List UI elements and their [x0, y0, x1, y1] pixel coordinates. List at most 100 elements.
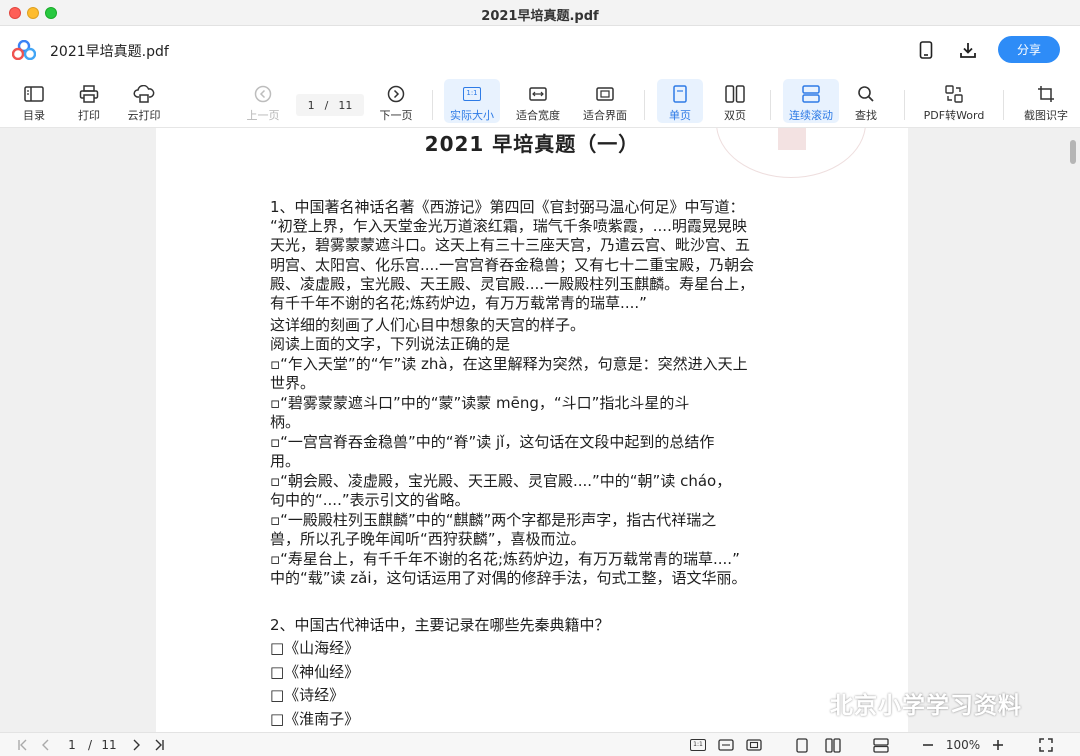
pdf-to-word-button[interactable]: PDF转Word [920, 79, 988, 123]
fit-page-icon [594, 83, 616, 104]
document-line: 句中的“....”表示引文的省略。 [270, 491, 470, 509]
continuous-scroll-icon [800, 83, 822, 104]
document-heading: 2021 早培真题（一） [424, 132, 640, 156]
pdf-to-word-label: PDF转Word [923, 109, 985, 122]
fit-page-label: 适合界面 [583, 109, 627, 122]
document-line: □《诗经》 [270, 686, 345, 704]
actual-size-icon-text: 1:1 [463, 86, 481, 101]
mobile-phone-icon[interactable] [914, 38, 938, 62]
document-line: 1、中国著名神话名著《西游记》第四回《官封弼马温心何足》中写道： [270, 198, 745, 216]
document-line: 这详细的刻画了人们心目中想象的天宫的样子。 [270, 316, 586, 334]
toolbar-divider [1003, 90, 1004, 120]
document-viewer[interactable]: 2021 早培真题（一） 1、中国著名神话名著《西游记》第四回《官封弼马温心何足… [0, 128, 1080, 732]
document-line: □《淮南子》 [270, 710, 360, 728]
single-page-button[interactable]: 单页 [657, 79, 703, 123]
document-line: □《神仙经》 [270, 663, 360, 681]
status-current-page[interactable]: 1 [62, 737, 82, 753]
page-number-input[interactable]: 1 / 11 [296, 94, 364, 116]
status-page-separator: / [87, 738, 93, 752]
wechat-icon [790, 687, 824, 719]
continuous-scroll-button[interactable]: 连续滚动 [783, 79, 839, 123]
document-line: 兽，所以孔子晚年闻听“西狩获麟”，喜极而泣。 [270, 530, 586, 548]
zoom-level[interactable]: 100% [942, 737, 984, 753]
toolbar-divider [432, 90, 433, 120]
document-line: ▫“乍入天堂”的“乍”读 zhà，在这里解释为突然，句意是：突然进入天上 [270, 355, 748, 373]
crop-icon [1035, 83, 1057, 104]
prev-page-button[interactable]: 上一页 [242, 79, 284, 123]
app-header: 2021早培真题.pdf 分享 [0, 26, 1080, 74]
chevron-left-circle-icon [252, 83, 274, 104]
document-line: 中的“载”读 zǎi，这句话运用了对偶的修辞手法，句式工整，语文华丽。 [270, 569, 747, 587]
find-button[interactable]: 查找 [847, 79, 885, 123]
double-page-icon[interactable] [822, 737, 844, 753]
print-button[interactable]: 打印 [69, 79, 109, 123]
pdf-page: 2021 早培真题（一） 1、中国著名神话名著《西游记》第四回《官封弼马温心何足… [156, 128, 908, 732]
document-line: ▫“一殿殿柱列玉麒麟”中的“麒麟”两个字都是形声字，指古代祥瑞之 [270, 511, 717, 529]
next-page-button[interactable]: 下一页 [375, 79, 417, 123]
first-page-icon[interactable] [14, 737, 32, 753]
last-page-icon[interactable] [150, 737, 168, 753]
document-line: ▫“寿星台上，有千千年不谢的名花;炼药炉边，有万万载常青的瑞草....” [270, 550, 740, 568]
fullscreen-icon[interactable] [1036, 737, 1056, 753]
vertical-scrollbar-thumb[interactable] [1070, 140, 1076, 164]
share-button[interactable]: 分享 [998, 36, 1060, 63]
convert-icon [943, 83, 965, 104]
single-page-label: 单页 [669, 109, 691, 122]
fit-page-icon[interactable] [744, 737, 764, 753]
actual-size-button[interactable]: 1:1 实际大小 [444, 79, 500, 123]
status-bar: 1 / 11 1:1 100% [0, 732, 1080, 756]
double-page-button[interactable]: 双页 [713, 79, 757, 123]
document-line: 世界。 [270, 374, 316, 392]
document-line: □《山海经》 [270, 639, 360, 657]
chevron-right-circle-icon [385, 83, 407, 104]
chevron-left-icon[interactable] [38, 737, 54, 753]
document-line: ▫“一宫宫脊吞金稳兽”中的“脊”读 jǐ，这句话在文段中起到的总结作 [270, 433, 715, 451]
document-line: ▫“碧雾蒙蒙遮斗口”中的“蒙”读蒙 mēng，“斗口”指北斗星的斗 [270, 394, 690, 412]
find-label: 查找 [855, 109, 877, 122]
cloud-printer-icon [133, 83, 155, 104]
document-line: 用。 [270, 452, 301, 470]
cloud-print-button[interactable]: 云打印 [120, 79, 168, 123]
actual-size-label: 实际大小 [450, 109, 494, 122]
document-line: 阅读上面的文字，下列说法正确的是 [270, 335, 511, 353]
window-title: 2021早培真题.pdf [481, 9, 599, 24]
toc-button[interactable]: 目录 [14, 79, 54, 123]
fit-page-button[interactable]: 适合界面 [578, 79, 632, 123]
cloud-print-label: 云打印 [127, 109, 161, 122]
actual-size-icon[interactable]: 1:1 [688, 737, 708, 753]
app-logo-icon [11, 39, 37, 61]
fit-width-icon[interactable] [716, 737, 736, 753]
toolbar-divider [770, 90, 771, 120]
status-actual-size-text: 1:1 [690, 739, 706, 751]
double-page-label: 双页 [724, 109, 746, 122]
continuous-scroll-icon[interactable] [870, 737, 892, 753]
document-line: 殿、凌虚殿，宝光殿、天王殿、灵官殿....一殿殿柱列玉麒麟。寿星台上， [270, 275, 755, 293]
status-total-pages: 11 [101, 738, 117, 752]
title-bar: 2021早培真题.pdf [0, 0, 1080, 26]
print-label: 打印 [78, 109, 100, 122]
document-line: “初登上界，乍入天堂金光万道滚红霜，瑞气千条喷紫霞，....明霞晃晃映 [270, 217, 747, 235]
fit-width-button[interactable]: 适合宽度 [511, 79, 565, 123]
document-line: 柄。 [270, 413, 301, 431]
zoom-in-icon[interactable] [990, 737, 1006, 753]
double-page-icon [724, 83, 746, 104]
ocr-label: 截图识字 [1024, 109, 1068, 122]
single-page-icon[interactable] [792, 737, 812, 753]
prev-page-label: 上一页 [246, 109, 280, 122]
sidebar-icon [23, 83, 45, 104]
document-line: 2、中国古代神话中，主要记录在哪些先秦典籍中？ [270, 616, 610, 634]
document-line: ▫“朝会殿、凌虚殿，宝光殿、天王殿、灵官殿....”中的“朝”读 cháo， [270, 472, 732, 490]
download-icon[interactable] [956, 38, 980, 62]
actual-size-icon: 1:1 [461, 83, 483, 104]
search-icon [855, 83, 877, 104]
zoom-out-icon[interactable] [920, 737, 936, 753]
chevron-right-icon[interactable] [128, 737, 144, 753]
document-line: 有千千年不谢的名花;炼药炉边，有万万载常青的瑞草....” [270, 294, 647, 312]
ocr-button[interactable]: 截图识字 [1018, 79, 1074, 123]
document-line: 天光，碧雾蒙蒙遮斗口。这天上有三十三座天宫，乃遣云宫、毗沙宫、五 [270, 236, 751, 254]
watermark: 北京小学学习资料 [790, 686, 1022, 720]
total-pages: 11 [338, 98, 353, 112]
watermark-text: 北京小学学习资料 [830, 693, 1022, 719]
document-title: 2021早培真题.pdf [50, 44, 169, 60]
toolbar-divider [644, 90, 645, 120]
